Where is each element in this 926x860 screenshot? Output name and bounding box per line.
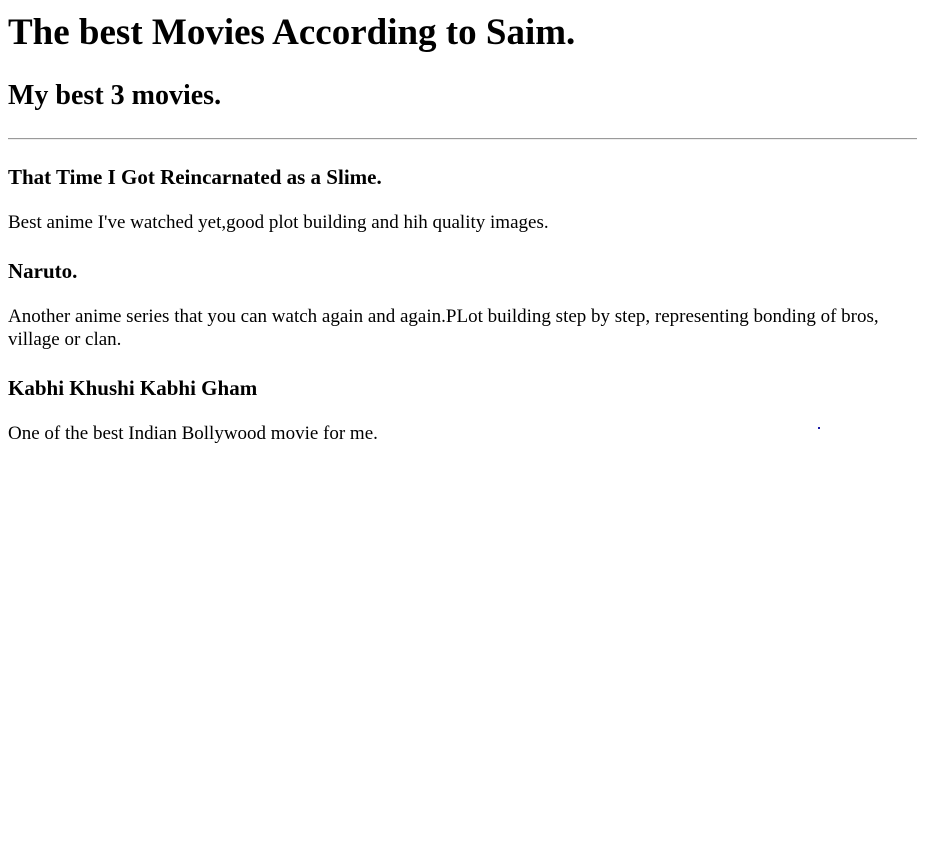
page-subtitle: My best 3 movies. bbox=[8, 80, 222, 111]
page-content: The best Movies According to Saim. My be… bbox=[8, 0, 917, 445]
movie-description: Another anime series that you can watch … bbox=[8, 306, 879, 350]
movie-title: Naruto. bbox=[8, 259, 78, 283]
movie-title: That Time I Got Reincarnated as a Slime. bbox=[8, 165, 382, 189]
movie-title: Kabhi Khushi Kabhi Gham bbox=[8, 376, 258, 400]
divider bbox=[8, 138, 917, 140]
movie-description: One of the best Indian Bollywood movie f… bbox=[8, 423, 378, 444]
link-dot[interactable] bbox=[818, 427, 820, 429]
page-title: The best Movies According to Saim. bbox=[8, 12, 576, 53]
movie-description: Best anime I've watched yet,good plot bu… bbox=[8, 212, 549, 233]
